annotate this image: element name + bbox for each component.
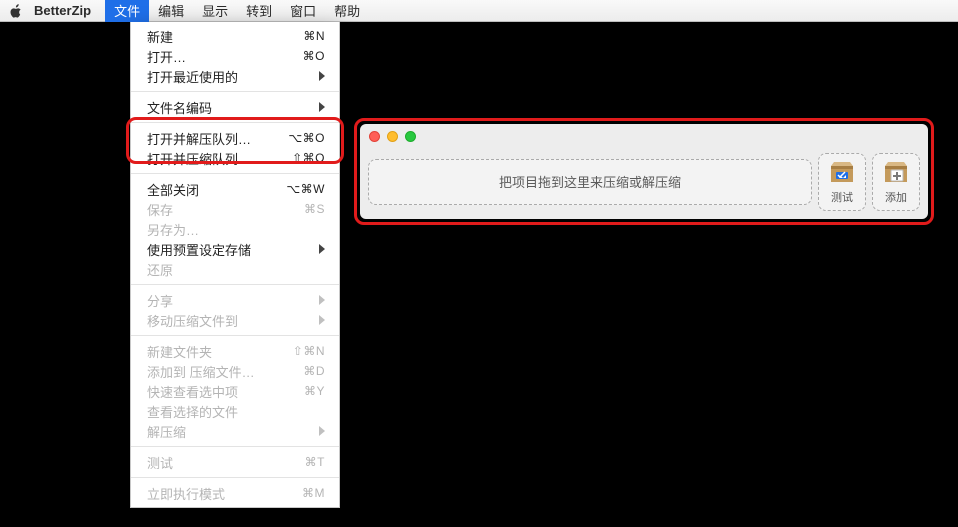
menu-item-2-1[interactable]: 打开并压缩队列… ⇧⌘O: [131, 148, 339, 168]
dropzone[interactable]: 把项目拖到这里来压缩或解压缩: [368, 159, 812, 205]
menu-item-label: 快速查看选中项: [147, 382, 294, 401]
menu-item-label: 分享: [147, 291, 309, 310]
menu-item-shortcut: ⌘S: [304, 202, 325, 216]
menu-item-label: 保存: [147, 200, 294, 219]
menu-item-label: 另存为…: [147, 220, 325, 239]
menu-item-label: 打开并解压队列…: [147, 129, 278, 148]
menu-item-shortcut: ⌘Y: [304, 384, 325, 398]
apple-icon: [10, 4, 22, 18]
menu-item-label: 还原: [147, 260, 325, 279]
submenu-arrow-icon: [319, 315, 325, 325]
test-label: 测试: [831, 189, 853, 205]
close-button[interactable]: [369, 131, 380, 142]
menu-item-label: 文件名编码: [147, 98, 309, 117]
menu-item-shortcut: ⇧⌘N: [293, 344, 325, 358]
menu-item-label: 新建文件夹: [147, 342, 283, 361]
menu-item-label: 查看选择的文件: [147, 402, 325, 421]
apple-menu[interactable]: [8, 4, 24, 18]
menu-item-label: 打开…: [147, 47, 293, 66]
submenu-arrow-icon: [319, 71, 325, 81]
menu-item-5-0: 新建文件夹 ⇧⌘N: [131, 341, 339, 361]
add-label: 添加: [885, 189, 907, 205]
menu-item-5-1: 添加到 压缩文件… ⌘D: [131, 361, 339, 381]
menu-item-shortcut: ⇧⌘O: [292, 151, 325, 165]
menu-item-label: 移动压缩文件到: [147, 311, 309, 330]
menu-separator: [131, 446, 339, 447]
menu-item-0-1[interactable]: 打开… ⌘O: [131, 46, 339, 66]
menu-item-shortcut: ⌘D: [303, 364, 325, 378]
menu-separator: [131, 335, 339, 336]
menu-item-3-3[interactable]: 使用预置设定存储: [131, 239, 339, 259]
menu-item-shortcut: ⌘T: [305, 455, 325, 469]
menu-item-shortcut: ⌘M: [302, 486, 325, 500]
menu-separator: [131, 91, 339, 92]
menu-item-5-4: 解压缩: [131, 421, 339, 441]
menu-file[interactable]: 文件: [105, 0, 149, 22]
submenu-arrow-icon: [319, 426, 325, 436]
traffic-lights: [369, 131, 416, 142]
menu-item-label: 测试: [147, 453, 295, 472]
submenu-arrow-icon: [319, 244, 325, 254]
test-button[interactable]: 测试: [818, 153, 866, 211]
menu-item-label: 使用预置设定存储: [147, 240, 309, 259]
menu-item-7-0: 立即执行模式 ⌘M: [131, 483, 339, 503]
menu-edit[interactable]: 编辑: [149, 0, 193, 22]
menu-item-3-2: 另存为…: [131, 219, 339, 239]
menu-item-shortcut: ⌥⌘O: [288, 131, 325, 145]
menu-item-label: 立即执行模式: [147, 484, 292, 503]
menu-item-4-0: 分享: [131, 290, 339, 310]
menu-separator: [131, 284, 339, 285]
menu-item-label: 解压缩: [147, 422, 309, 441]
menu-go[interactable]: 转到: [237, 0, 281, 22]
menu-item-shortcut: ⌥⌘W: [286, 182, 325, 196]
menu-separator: [131, 477, 339, 478]
app-window: 把项目拖到这里来压缩或解压缩 测试: [360, 124, 928, 219]
menubar: BetterZip 文件 编辑 显示 转到 窗口 帮助: [0, 0, 958, 22]
submenu-arrow-icon: [319, 102, 325, 112]
test-icon: [828, 158, 856, 186]
menu-item-6-0: 测试 ⌘T: [131, 452, 339, 472]
menu-view[interactable]: 显示: [193, 0, 237, 22]
menu-item-label: 打开并压缩队列…: [147, 149, 282, 168]
menu-item-shortcut: ⌘N: [303, 29, 325, 43]
menu-help[interactable]: 帮助: [325, 0, 369, 22]
add-button[interactable]: 添加: [872, 153, 920, 211]
app-name[interactable]: BetterZip: [34, 3, 91, 18]
minimize-button[interactable]: [387, 131, 398, 142]
dropzone-text: 把项目拖到这里来压缩或解压缩: [499, 172, 681, 191]
menu-item-0-2[interactable]: 打开最近使用的: [131, 66, 339, 86]
menu-item-3-0[interactable]: 全部关闭 ⌥⌘W: [131, 179, 339, 199]
window-body: 把项目拖到这里来压缩或解压缩 测试: [360, 124, 928, 219]
file-dropdown: 新建 ⌘N 打开… ⌘O 打开最近使用的文件名编码打开并解压队列… ⌥⌘O 打开并压缩队列……: [130, 22, 340, 508]
menu-separator: [131, 122, 339, 123]
menu-item-shortcut: ⌘O: [303, 49, 325, 63]
zoom-button[interactable]: [405, 131, 416, 142]
menu-item-label: 新建: [147, 27, 293, 46]
menu-window[interactable]: 窗口: [281, 0, 325, 22]
menu-item-4-1: 移动压缩文件到: [131, 310, 339, 330]
add-icon: [882, 158, 910, 186]
menu-item-3-4: 还原: [131, 259, 339, 279]
menu-item-1-0[interactable]: 文件名编码: [131, 97, 339, 117]
menu-separator: [131, 173, 339, 174]
menu-item-label: 打开最近使用的: [147, 67, 309, 86]
menu-item-0-0[interactable]: 新建 ⌘N: [131, 26, 339, 46]
menu-item-5-3: 查看选择的文件: [131, 401, 339, 421]
menu-item-label: 全部关闭: [147, 180, 276, 199]
menu-item-3-1: 保存 ⌘S: [131, 199, 339, 219]
menu-item-label: 添加到 压缩文件…: [147, 362, 293, 381]
menu-item-5-2: 快速查看选中项 ⌘Y: [131, 381, 339, 401]
submenu-arrow-icon: [319, 295, 325, 305]
menu-item-2-0[interactable]: 打开并解压队列… ⌥⌘O: [131, 128, 339, 148]
